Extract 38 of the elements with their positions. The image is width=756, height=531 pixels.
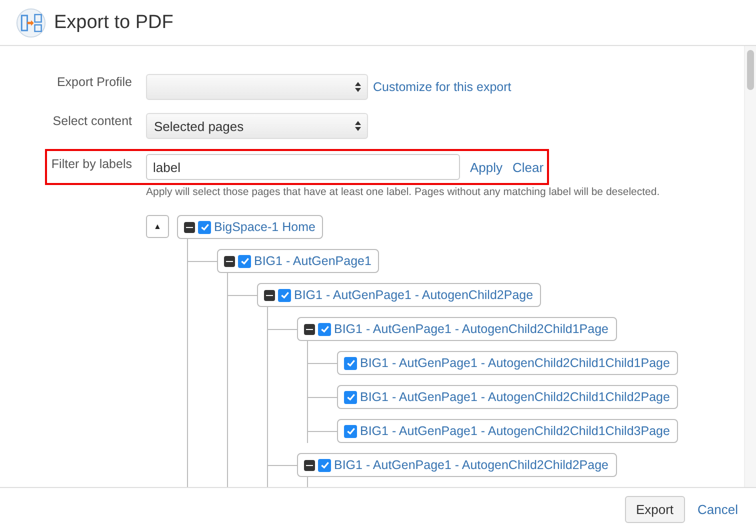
filter-input[interactable]: label bbox=[146, 154, 460, 180]
page-node[interactable]: BIG1 - AutGenPage1 bbox=[217, 249, 380, 273]
select-arrows-icon bbox=[355, 82, 361, 92]
collapse-icon[interactable] bbox=[304, 460, 315, 470]
page-node[interactable]: BIG1 - AutGenPage1 - AutogenChild2Page bbox=[257, 283, 542, 307]
checkbox[interactable] bbox=[344, 356, 357, 370]
export-button[interactable]: Export bbox=[624, 496, 685, 523]
filter-hint: Apply will select those pages that have at least one label. Pages without any matching label will be deselected. bbox=[146, 186, 661, 198]
scrollbar[interactable] bbox=[744, 46, 756, 487]
checkbox[interactable] bbox=[344, 390, 357, 404]
select-arrows-icon bbox=[355, 121, 361, 131]
field-label: Export Profile bbox=[56, 74, 132, 89]
checkbox[interactable] bbox=[318, 458, 331, 472]
page-node[interactable]: BIG1 - AutGenPage1 - AutogenChild2Child1Child3Page bbox=[337, 419, 678, 443]
page-node[interactable]: BigSpace-1 Home bbox=[177, 215, 324, 239]
checkbox[interactable] bbox=[318, 322, 331, 336]
page-node[interactable]: BIG1 - AutGenPage1 - AutogenChild2Child2Page bbox=[297, 453, 616, 477]
cancel-link[interactable]: Cancel bbox=[698, 502, 738, 517]
page-node[interactable]: BIG1 - AutGenPage1 - AutogenChild2Child1Child2Page bbox=[337, 385, 678, 409]
collapse-icon[interactable] bbox=[264, 290, 275, 300]
collapse-icon[interactable] bbox=[224, 256, 235, 266]
field-label: Filter by labels bbox=[50, 156, 132, 171]
collapse-all-button[interactable]: ▲ bbox=[146, 215, 169, 238]
collapse-icon[interactable] bbox=[184, 222, 195, 232]
page-node[interactable]: BIG1 - AutGenPage1 - AutogenChild2Child1Page bbox=[297, 317, 616, 341]
collapse-icon[interactable] bbox=[304, 324, 315, 334]
content-select[interactable]: Selected pages bbox=[146, 113, 368, 139]
checkbox[interactable] bbox=[198, 220, 211, 234]
field-label: Select content bbox=[52, 113, 132, 128]
checkbox[interactable] bbox=[278, 288, 291, 302]
app-logo-icon bbox=[16, 8, 46, 38]
apply-link[interactable]: Apply bbox=[470, 160, 503, 174]
clear-link[interactable]: Clear bbox=[512, 160, 544, 174]
customize-link[interactable]: Customize for this export bbox=[373, 80, 512, 94]
checkbox[interactable] bbox=[238, 254, 251, 268]
dialog-title: Export to PDF bbox=[54, 12, 174, 34]
checkbox[interactable] bbox=[344, 424, 357, 438]
page-node[interactable]: BIG1 - AutGenPage1 - AutogenChild2Child1Child1Page bbox=[337, 351, 678, 375]
